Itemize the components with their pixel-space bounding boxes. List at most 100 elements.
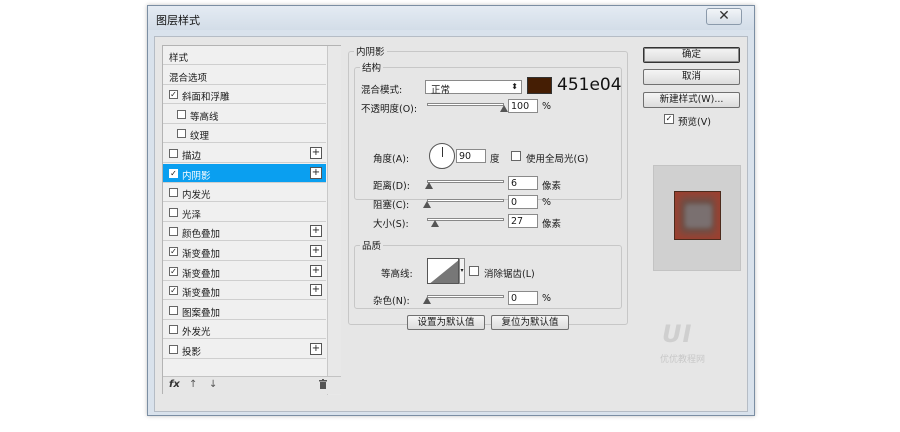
noise-input[interactable]: 0 — [508, 291, 538, 305]
trash-icon[interactable] — [318, 379, 328, 392]
choke-track — [427, 199, 504, 202]
add-effect-icon[interactable]: + — [310, 343, 322, 355]
style-list-checkbox[interactable]: ✓ — [169, 286, 178, 296]
contour-picker[interactable] — [427, 258, 459, 284]
add-effect-icon[interactable]: + — [310, 166, 322, 179]
inner-shadow-title: 内阴影 — [354, 44, 387, 58]
noise-slider[interactable] — [423, 293, 504, 304]
close-button[interactable]: ✕ — [706, 8, 742, 25]
style-list-item[interactable]: 颜色叠加 + — [163, 222, 326, 242]
style-list-checkbox[interactable] — [169, 325, 178, 335]
size-thumb[interactable] — [431, 220, 440, 227]
style-list-checkbox[interactable] — [169, 305, 178, 315]
noise-thumb[interactable] — [423, 297, 431, 304]
choke-input[interactable]: 0 — [508, 195, 538, 209]
watermark-text: 优优教程网 — [660, 355, 706, 365]
style-list-item[interactable]: 图案叠加 — [163, 300, 326, 320]
style-list-checkbox[interactable] — [169, 188, 178, 198]
style-list-item[interactable]: ✓ 渐变叠加 + — [163, 242, 326, 261]
preview-checkbox[interactable]: ✓ — [664, 114, 674, 124]
angle-input[interactable]: 90 — [456, 149, 486, 163]
distance-input[interactable]: 6 — [508, 176, 538, 190]
choke-label: 阻塞(C): — [373, 200, 410, 211]
dialog-body: 样式 混合选项 ✓ 斜面和浮雕 等高线 纹理 描边 + ✓ 内阴影 + 内发光 光泽 颜色叠加 + ✓ 渐变叠加… — [154, 36, 748, 412]
style-list-checkbox[interactable] — [169, 227, 178, 237]
shadow-color-hex: 451e04 — [557, 75, 622, 95]
cancel-button[interactable]: 取消 — [643, 69, 740, 85]
style-list-item[interactable]: 外发光 — [163, 320, 326, 340]
set-default-button[interactable]: 设置为默认值 — [407, 315, 485, 330]
move-up-icon[interactable]: ↑ — [189, 379, 197, 390]
contour-label: 等高线: — [381, 269, 413, 280]
style-list-item[interactable]: 等高线 — [163, 104, 326, 124]
style-list-label: 渐变叠加 — [182, 249, 221, 260]
angle-dial[interactable] — [429, 143, 455, 169]
new-style-button[interactable]: 新建样式(W)... — [643, 92, 740, 108]
fx-button[interactable]: fx — [169, 379, 180, 390]
watermark: UI 优优教程网 — [652, 320, 734, 370]
preview-thumbnail — [674, 191, 721, 240]
shadow-color-swatch[interactable] — [527, 77, 552, 94]
noise-label: 杂色(N): — [373, 296, 410, 307]
add-effect-icon[interactable]: + — [310, 264, 322, 277]
add-effect-icon[interactable]: + — [310, 147, 322, 159]
style-list-item[interactable]: 样式 — [163, 46, 326, 65]
layer-style-dialog: 图层样式 ✕ 样式 混合选项 ✓ 斜面和浮雕 等高线 纹理 描边 + ✓ 内阴影 + 内发光 光泽 颜色叠… — [147, 5, 755, 416]
add-effect-icon[interactable]: + — [310, 225, 322, 238]
style-list-label: 渐变叠加 — [182, 268, 221, 280]
ok-button[interactable]: 确定 — [643, 47, 740, 63]
reset-default-button[interactable]: 复位为默认值 — [491, 315, 569, 330]
distance-unit: 像素 — [542, 181, 562, 192]
opacity-slider[interactable] — [427, 101, 508, 112]
add-effect-icon[interactable]: + — [310, 245, 322, 257]
style-list-item[interactable]: ✓ 渐变叠加 + — [163, 281, 326, 301]
style-list-toolbar: fx ↑ ↓ — [163, 376, 341, 394]
style-list-item[interactable]: 光泽 — [163, 202, 326, 222]
size-input[interactable]: 27 — [508, 214, 538, 228]
style-list-label: 投影 — [182, 347, 202, 358]
style-list-checkbox[interactable] — [177, 129, 186, 139]
distance-slider[interactable] — [424, 178, 504, 189]
contour-dropdown-arrow[interactable]: ▾ — [459, 258, 465, 284]
style-list-item[interactable]: 纹理 — [163, 124, 326, 144]
style-list-label: 图案叠加 — [182, 307, 221, 319]
style-list-item[interactable]: ✓ 斜面和浮雕 — [163, 85, 326, 105]
style-list-checkbox[interactable]: ✓ — [169, 168, 178, 178]
style-list-checkbox[interactable]: ✓ — [169, 90, 178, 100]
choke-slider[interactable] — [423, 197, 504, 208]
move-down-icon[interactable]: ↓ — [209, 379, 217, 390]
style-list-checkbox[interactable]: ✓ — [169, 266, 178, 276]
style-list-item[interactable]: ✓ 内阴影 + — [163, 163, 326, 183]
style-list-label: 内发光 — [182, 190, 211, 202]
style-list-item[interactable]: 内发光 — [163, 183, 326, 203]
style-list-label: 混合选项 — [169, 72, 208, 84]
preview-shadow — [685, 204, 712, 228]
style-list-checkbox[interactable] — [169, 207, 178, 217]
style-list-item[interactable]: ✓ 渐变叠加 + — [163, 261, 326, 281]
opacity-thumb[interactable] — [500, 105, 508, 112]
style-list-item[interactable]: 投影 + — [163, 340, 326, 359]
distance-thumb[interactable] — [424, 182, 433, 189]
style-list-checkbox[interactable] — [169, 345, 178, 354]
style-list-scrollbar[interactable] — [327, 46, 341, 395]
style-list-checkbox[interactable] — [169, 149, 178, 158]
blend-mode-value: 正常 — [431, 85, 451, 96]
add-effect-icon[interactable]: + — [310, 284, 322, 297]
size-label: 大小(S): — [373, 219, 409, 230]
opacity-input[interactable]: 100 — [508, 99, 538, 113]
style-list-checkbox[interactable] — [177, 109, 186, 119]
choke-thumb[interactable] — [423, 201, 431, 208]
style-list-checkbox[interactable]: ✓ — [169, 247, 178, 256]
global-light-checkbox[interactable] — [511, 151, 521, 161]
style-list-label: 纹理 — [190, 131, 210, 143]
preview-label: 预览(V) — [678, 117, 711, 128]
title-bar: 图层样式 ✕ — [148, 6, 754, 30]
style-list-item[interactable]: 描边 + — [163, 144, 326, 163]
style-list-label: 斜面和浮雕 — [182, 92, 230, 104]
window-title: 图层样式 — [156, 14, 200, 27]
blend-mode-select[interactable]: 正常 ⬍ — [425, 80, 522, 96]
antialias-checkbox[interactable] — [469, 266, 479, 276]
style-list-item[interactable]: 混合选项 — [163, 65, 326, 85]
size-slider[interactable] — [427, 216, 504, 227]
angle-hand — [442, 147, 443, 157]
